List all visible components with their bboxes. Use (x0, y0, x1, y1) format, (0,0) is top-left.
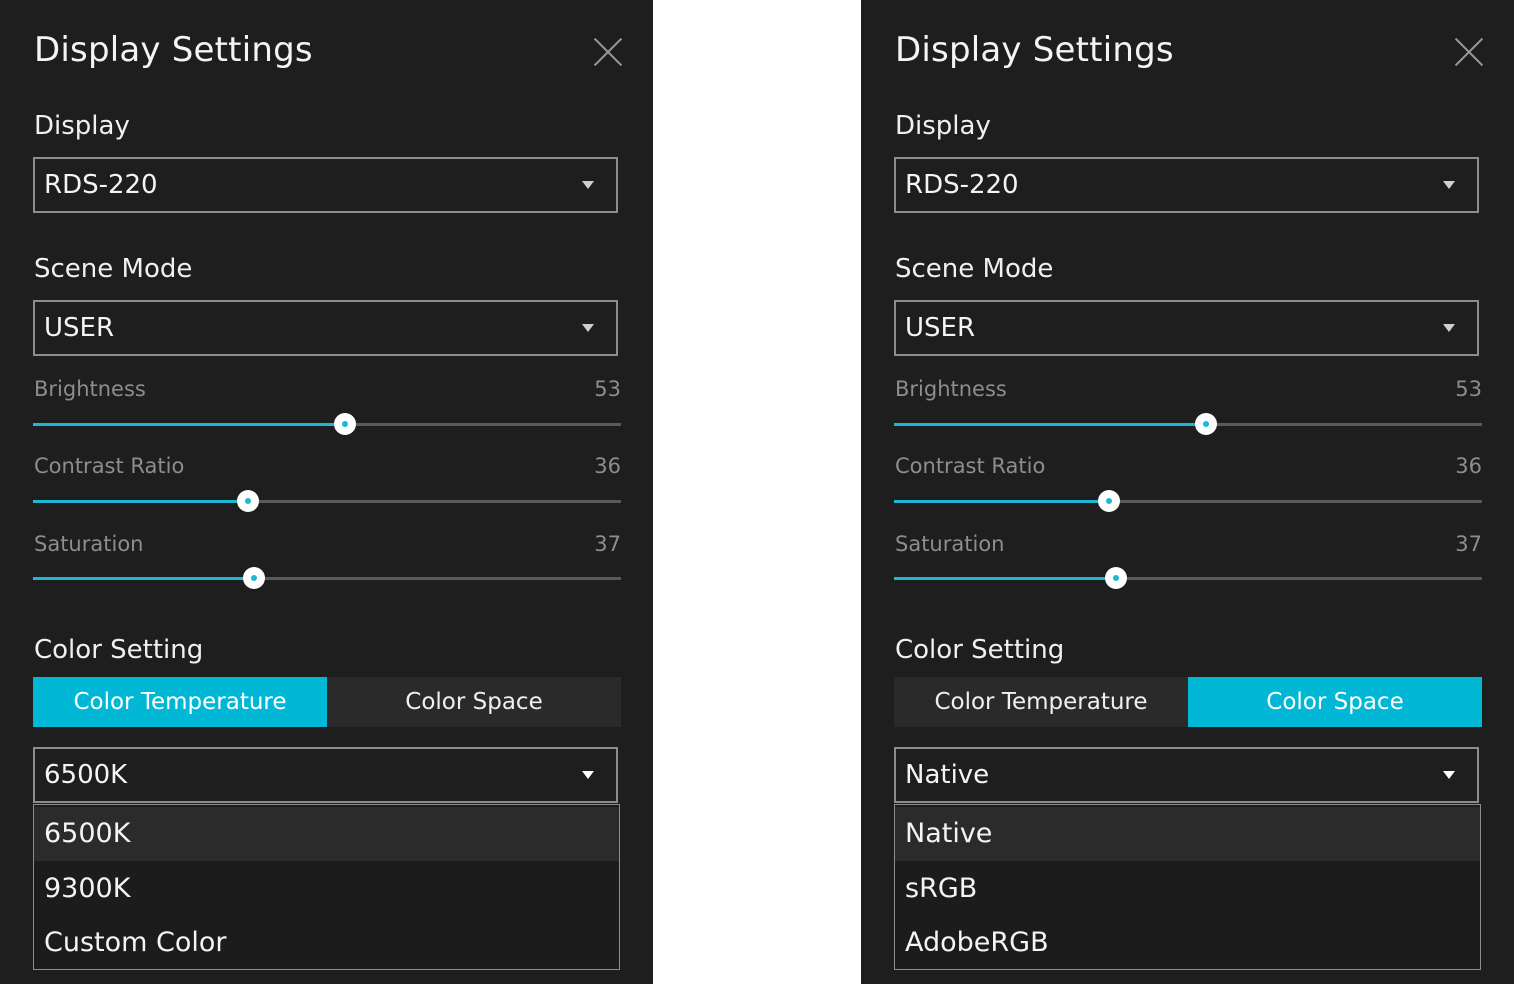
display-label: Display (34, 111, 130, 141)
display-select[interactable]: RDS-220 (33, 157, 618, 213)
slider-thumb[interactable] (1194, 413, 1217, 435)
color-temperature-select[interactable]: 6500K (33, 747, 618, 803)
dropdown-option[interactable]: sRGB (895, 862, 1480, 916)
color-setting-tabs: Color Temperature Color Space (33, 677, 621, 727)
contrast-ratio-value: 36 (594, 454, 621, 478)
tab-color-temperature[interactable]: Color Temperature (894, 677, 1188, 727)
saturation-label: Saturation (34, 532, 144, 556)
close-icon[interactable] (592, 36, 624, 68)
dropdown-option[interactable]: Native (895, 807, 1480, 861)
display-settings-panel-color-temperature: Display Settings Display RDS-220 Scene M… (0, 0, 653, 984)
saturation-value: 37 (594, 532, 621, 556)
panel-title: Display Settings (895, 30, 1174, 70)
slider-thumb[interactable] (333, 413, 356, 435)
dropdown-option[interactable]: AdobeRGB (895, 916, 1480, 970)
color-temperature-dropdown-list: 6500K 9300K Custom Color (33, 804, 620, 970)
brightness-label: Brightness (34, 377, 146, 401)
saturation-slider[interactable] (33, 567, 621, 589)
slider-thumb[interactable] (237, 490, 260, 512)
color-space-dropdown-list: Native sRGB AdobeRGB (894, 804, 1481, 970)
color-setting-label: Color Setting (34, 635, 204, 665)
chevron-down-icon (1443, 771, 1455, 779)
display-label: Display (895, 111, 991, 141)
scene-mode-select[interactable]: USER (33, 300, 618, 356)
saturation-label: Saturation (895, 532, 1005, 556)
contrast-ratio-label: Contrast Ratio (34, 454, 185, 478)
dropdown-option[interactable]: 6500K (34, 807, 619, 861)
panel-title: Display Settings (34, 30, 313, 70)
scene-mode-select-value: USER (44, 313, 115, 343)
contrast-ratio-slider[interactable] (894, 490, 1482, 512)
contrast-ratio-slider[interactable] (33, 490, 621, 512)
chevron-down-icon (582, 324, 594, 332)
brightness-label: Brightness (895, 377, 1007, 401)
display-select-value: RDS-220 (905, 170, 1019, 200)
display-settings-panel-color-space: Display Settings Display RDS-220 Scene M… (861, 0, 1514, 984)
tab-color-temperature[interactable]: Color Temperature (33, 677, 327, 727)
color-space-select[interactable]: Native (894, 747, 1479, 803)
display-select[interactable]: RDS-220 (894, 157, 1479, 213)
chevron-down-icon (1443, 324, 1455, 332)
chevron-down-icon (1443, 181, 1455, 189)
slider-fill (33, 500, 249, 503)
contrast-ratio-value: 36 (1455, 454, 1482, 478)
scene-mode-select-value: USER (905, 313, 976, 343)
color-setting-label: Color Setting (895, 635, 1065, 665)
brightness-slider[interactable] (33, 413, 621, 435)
brightness-value: 53 (1455, 377, 1482, 401)
chevron-down-icon (582, 771, 594, 779)
slider-thumb[interactable] (242, 567, 265, 589)
tab-color-space[interactable]: Color Space (327, 677, 621, 727)
scene-mode-select[interactable]: USER (894, 300, 1479, 356)
color-setting-tabs: Color Temperature Color Space (894, 677, 1482, 727)
color-space-select-value: Native (905, 760, 990, 790)
slider-fill (894, 423, 1206, 426)
chevron-down-icon (582, 181, 594, 189)
slider-fill (894, 577, 1116, 580)
slider-fill (33, 577, 254, 580)
brightness-slider[interactable] (894, 413, 1482, 435)
dropdown-option[interactable]: Custom Color (34, 916, 619, 970)
color-temperature-select-value: 6500K (44, 760, 128, 790)
slider-fill (33, 423, 345, 426)
contrast-ratio-label: Contrast Ratio (895, 454, 1046, 478)
slider-fill (894, 500, 1110, 503)
dropdown-option[interactable]: 9300K (34, 862, 619, 916)
close-icon[interactable] (1453, 36, 1485, 68)
saturation-value: 37 (1455, 532, 1482, 556)
display-select-value: RDS-220 (44, 170, 158, 200)
scene-mode-label: Scene Mode (34, 254, 193, 284)
slider-thumb[interactable] (1104, 567, 1127, 589)
saturation-slider[interactable] (894, 567, 1482, 589)
slider-thumb[interactable] (1098, 490, 1121, 512)
scene-mode-label: Scene Mode (895, 254, 1054, 284)
tab-color-space[interactable]: Color Space (1188, 677, 1482, 727)
brightness-value: 53 (594, 377, 621, 401)
